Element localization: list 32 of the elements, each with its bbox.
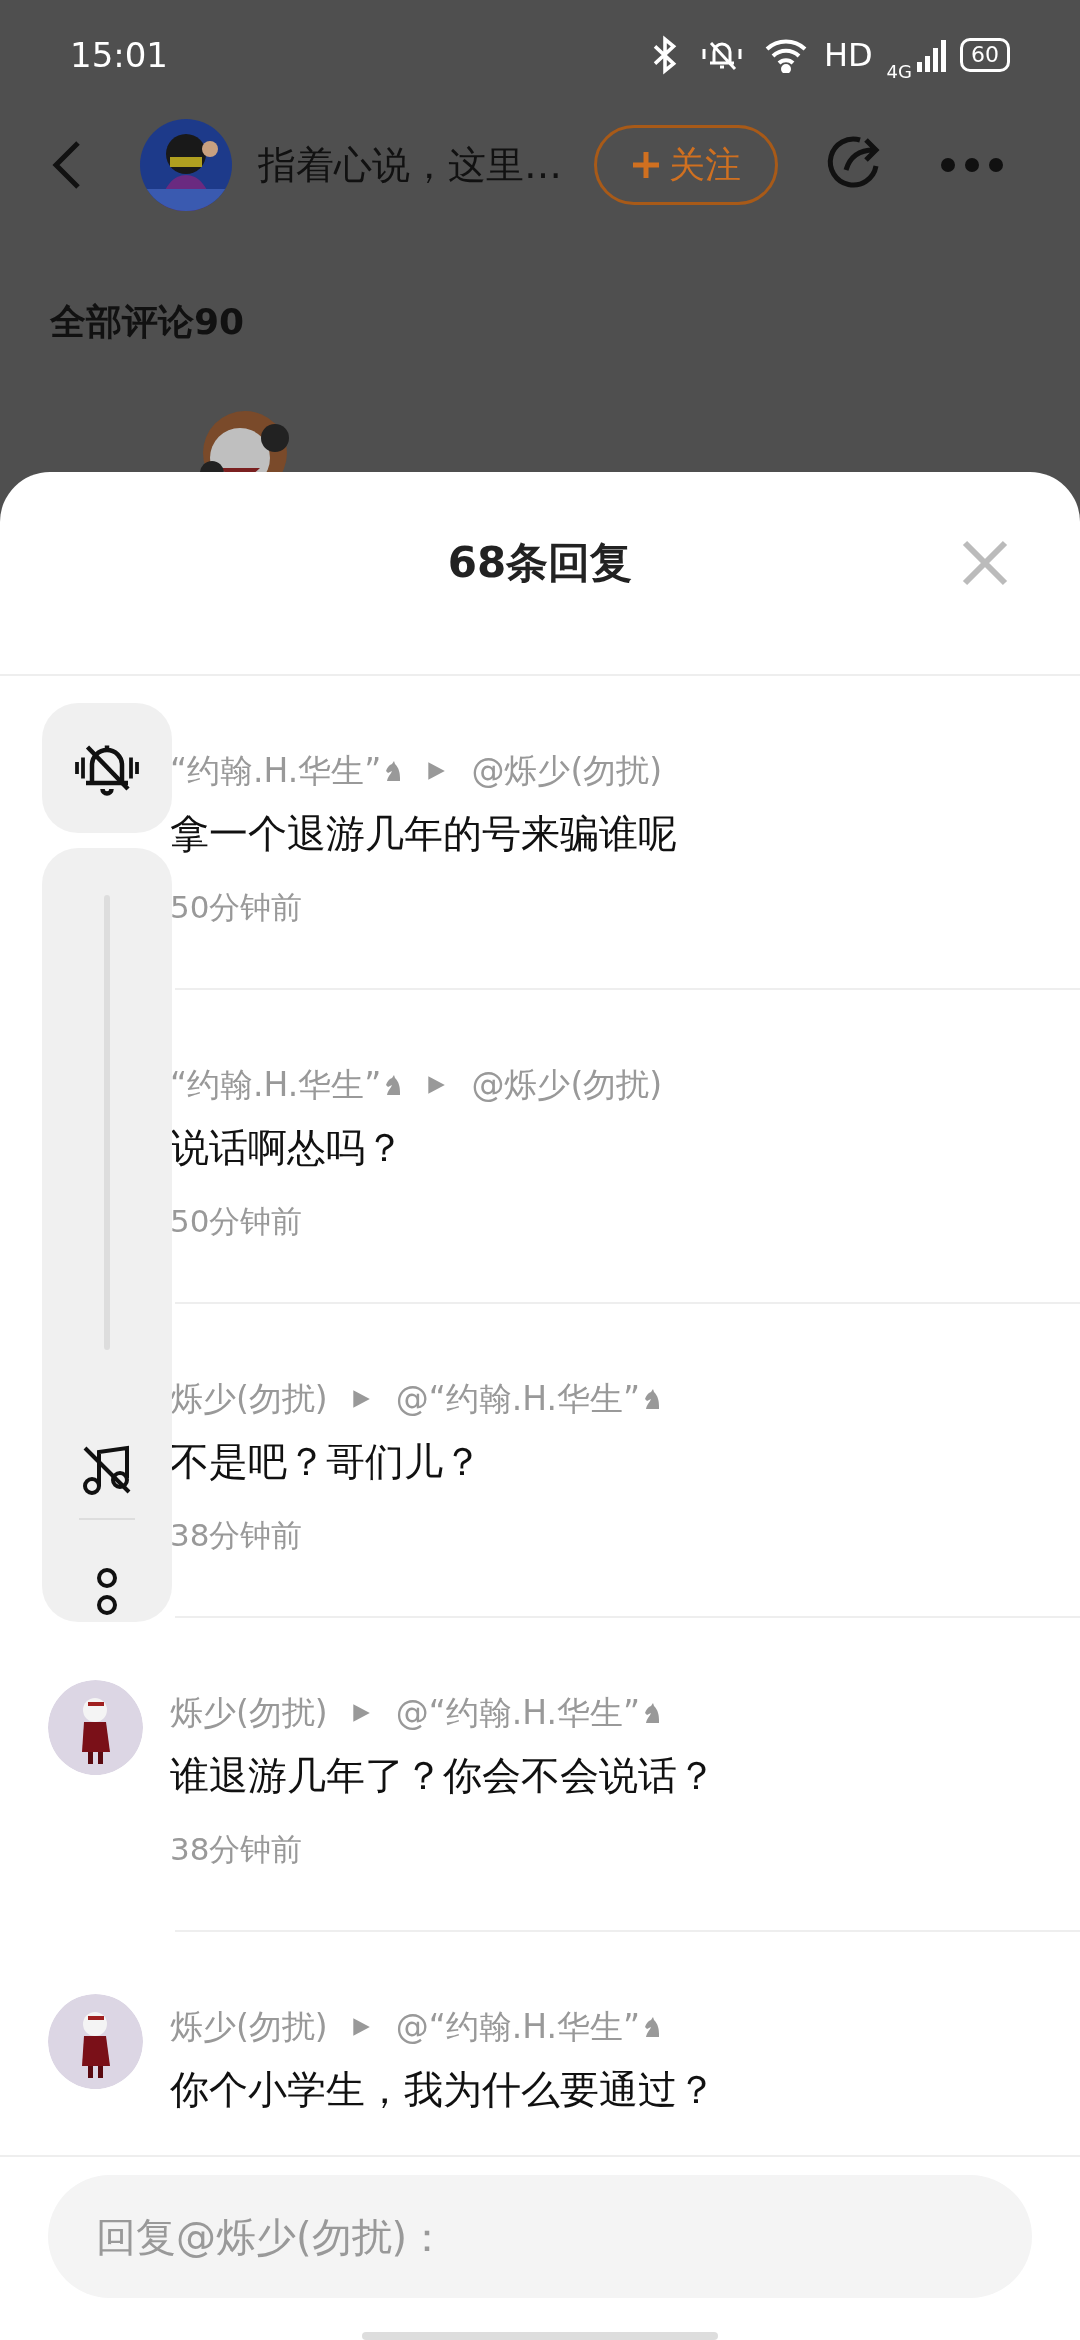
- signal-icon: [916, 38, 946, 72]
- reply-target[interactable]: @“约翰.H.华生”: [395, 1376, 641, 1422]
- reply-text: 谁退游几年了？你会不会说话？: [170, 1752, 716, 1800]
- reply-time: 50分钟前: [170, 888, 304, 927]
- author-name[interactable]: “约翰.H.华生”: [170, 1062, 382, 1108]
- ringer-button[interactable]: [42, 703, 172, 833]
- plus-icon: [631, 150, 661, 180]
- reply-time: 50分钟前: [170, 1202, 304, 1241]
- follow-button[interactable]: 关注: [594, 125, 778, 205]
- reply-text: 说话啊怂吗？: [170, 1124, 405, 1172]
- status-time: 15:01: [70, 35, 169, 75]
- reply-time: 38分钟前: [170, 1516, 304, 1555]
- comments-heading: 全部评论90: [50, 300, 246, 344]
- reply-text: 不是吧？哥们儿？: [170, 1438, 483, 1486]
- close-button[interactable]: [960, 538, 1010, 588]
- reply-target[interactable]: @“约翰.H.华生”: [395, 1690, 641, 1736]
- reply-text: 拿一个退游几年的号来骗谁呢: [170, 810, 677, 858]
- reply-target[interactable]: @烁少(勿扰): [471, 748, 663, 794]
- reply-target[interactable]: @烁少(勿扰): [471, 1062, 663, 1108]
- author-name[interactable]: 烁少(勿扰): [170, 1376, 328, 1422]
- battery-level: 60: [960, 38, 1010, 72]
- reply-time: 38分钟前: [170, 1830, 304, 1869]
- author-name[interactable]: 烁少(勿扰): [170, 1690, 328, 1736]
- author-name[interactable]: 烁少(勿扰): [170, 2004, 328, 2050]
- cellular-label: 4G: [886, 60, 912, 82]
- reply-target[interactable]: @“约翰.H.华生”: [395, 2004, 641, 2050]
- post-title: 指着心说，这里…: [258, 141, 563, 189]
- network-label: HD: [823, 36, 873, 74]
- sheet-title: 68条回复: [447, 538, 633, 588]
- reply-input[interactable]: 回复@烁少(勿扰)：: [48, 2175, 1032, 2299]
- reply-text: 你个小学生，我为什么要通过？: [170, 2066, 716, 2114]
- author-name[interactable]: “约翰.H.华生”: [170, 748, 382, 794]
